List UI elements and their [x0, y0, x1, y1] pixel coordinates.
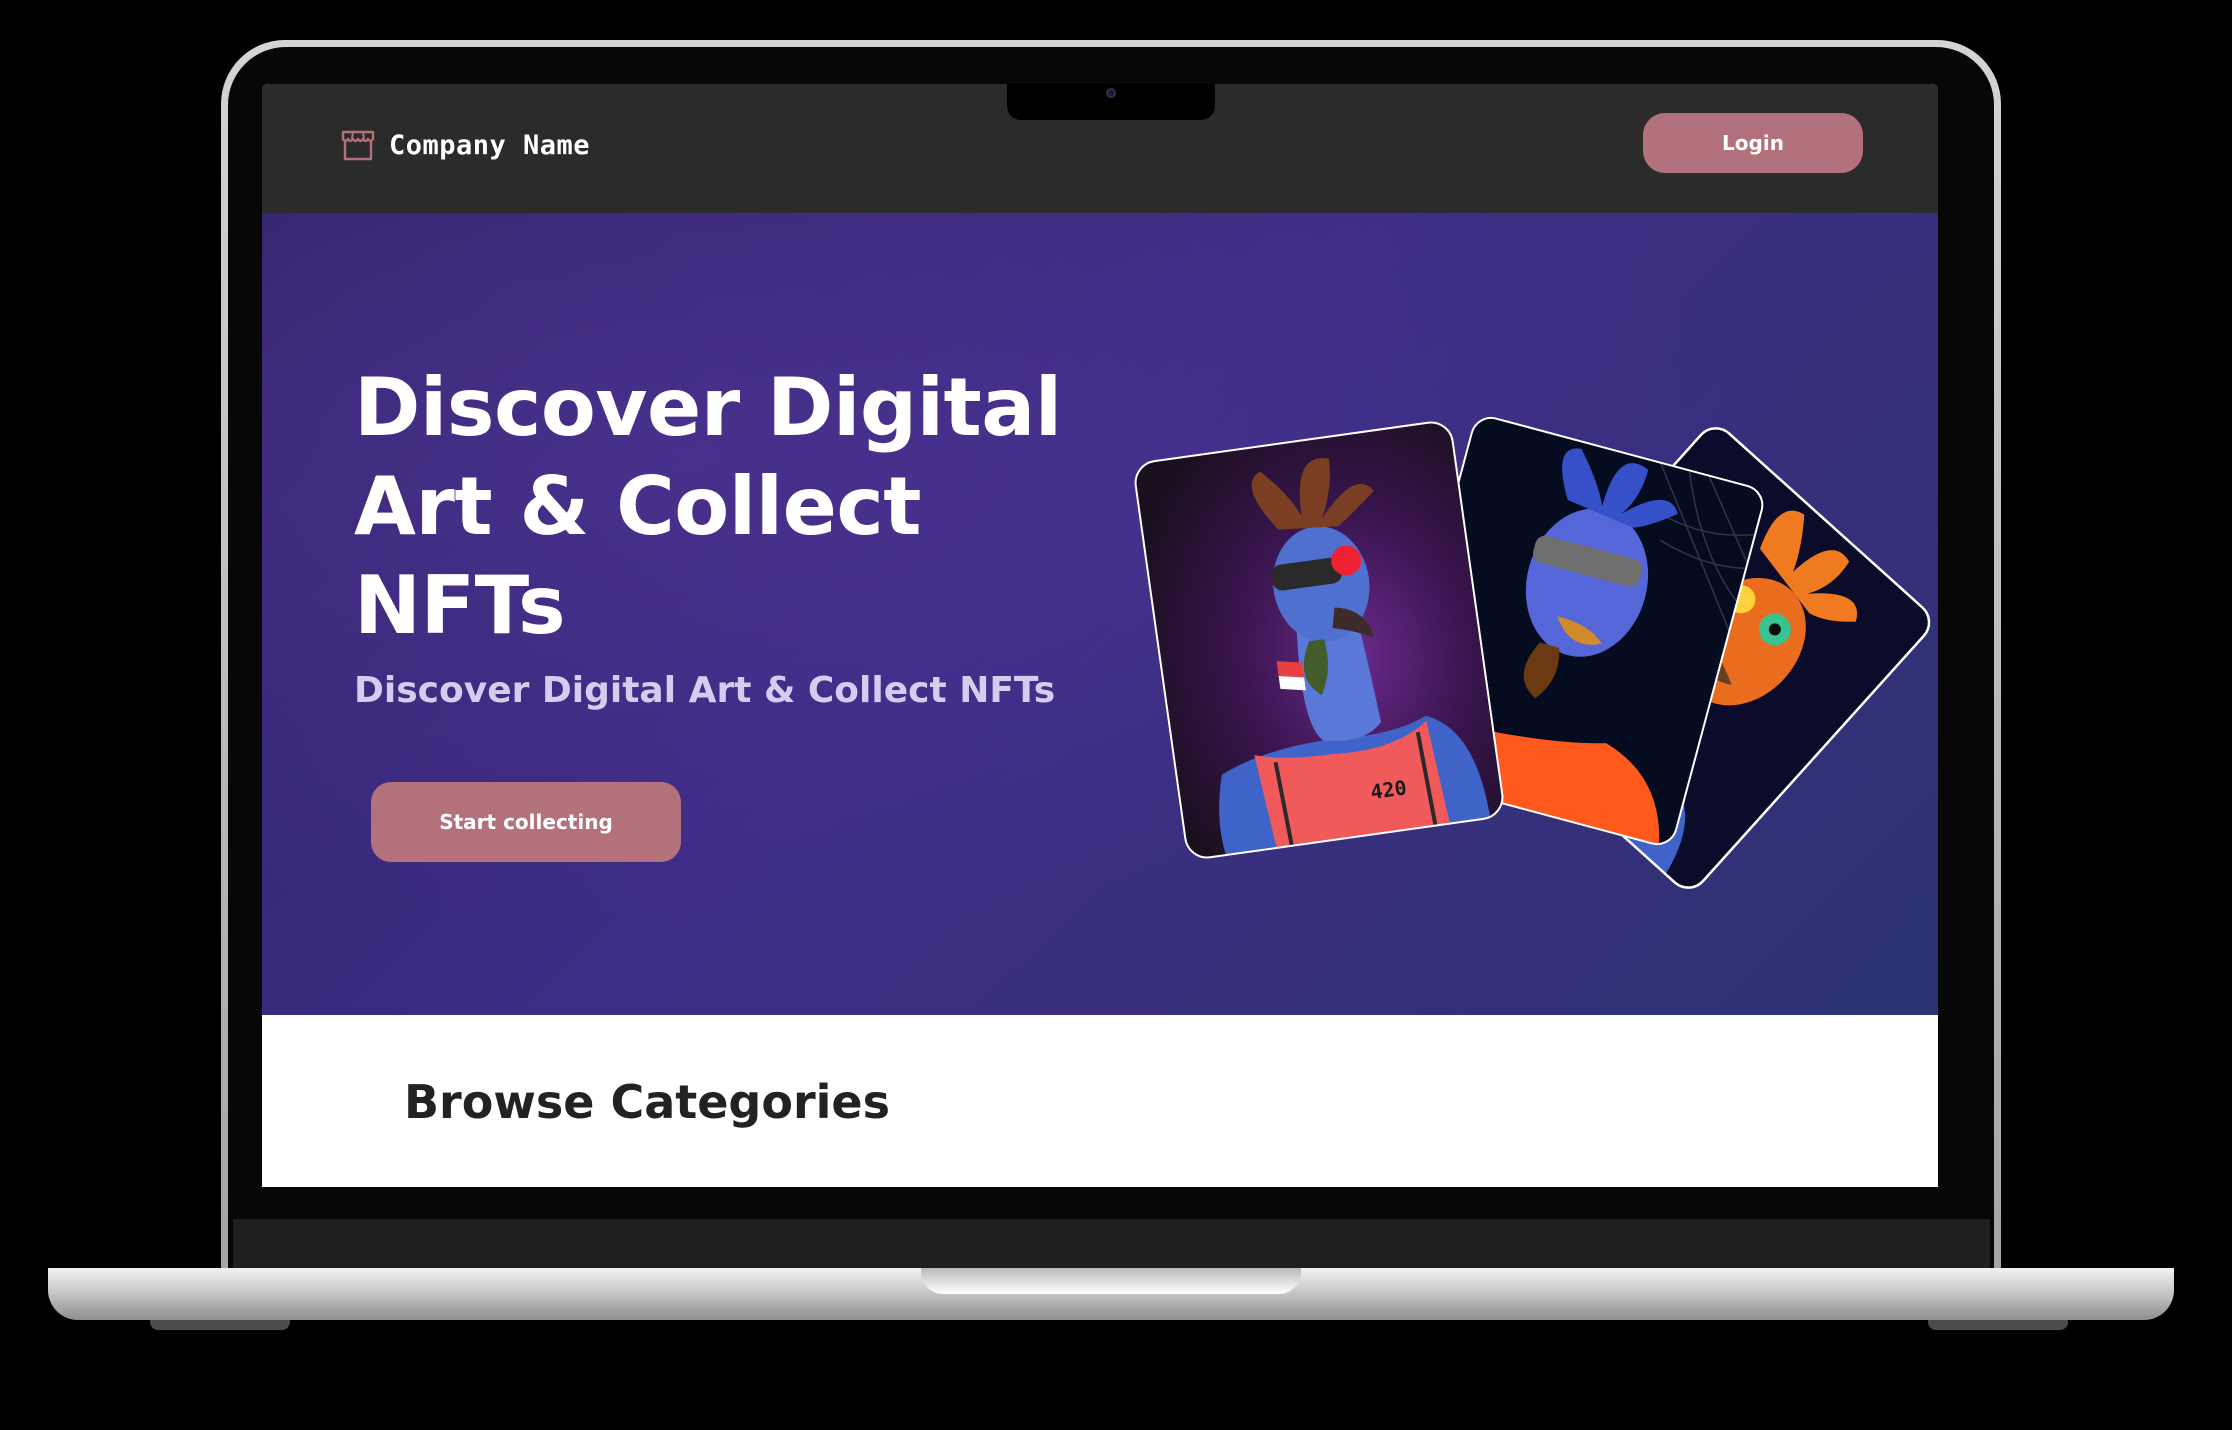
browse-categories-section: Browse Categories — [262, 1015, 1938, 1187]
storefront-icon — [341, 129, 375, 161]
laptop-foot-left — [150, 1320, 290, 1330]
laptop-base-notch — [921, 1268, 1301, 1294]
laptop-foot-right — [1928, 1320, 2068, 1330]
brand[interactable]: Company Name — [341, 129, 590, 161]
nft-card-front[interactable]: 420 — [1132, 419, 1507, 871]
camera-notch — [1007, 84, 1215, 120]
browse-categories-title: Browse Categories — [404, 1075, 890, 1129]
hero-section: Discover Digital Art & Collect NFTs Disc… — [262, 213, 1938, 1015]
laptop-screen: Company Name Login Discover Digital Art … — [262, 84, 1938, 1187]
nft-cards-illustration: 420 — [1132, 413, 1938, 896]
login-button[interactable]: Login — [1643, 113, 1863, 173]
shirt-number: 420 — [1369, 775, 1408, 804]
brand-name: Company Name — [389, 129, 591, 161]
camera-icon — [1106, 88, 1116, 98]
laptop-bezel-bottom — [233, 1219, 1990, 1269]
